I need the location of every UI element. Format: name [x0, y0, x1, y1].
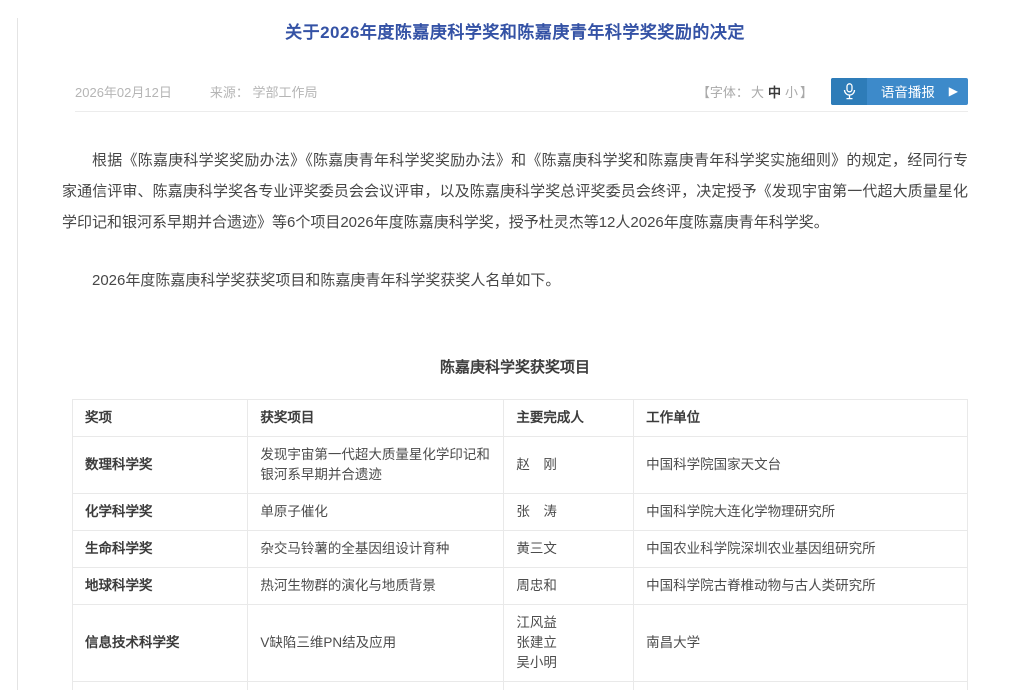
header-project: 获奖项目	[248, 400, 504, 437]
header-org: 工作单位	[634, 400, 968, 437]
award-table: 奖项 获奖项目 主要完成人 工作单位 数理科学奖发现宇宙第一代超大质量星化学印记…	[72, 399, 968, 690]
voice-broadcast-label: 语音播报	[867, 81, 949, 101]
source-label: 来源：	[210, 85, 249, 100]
org-cell: 中国科学院国家天文台	[634, 437, 968, 494]
table-row: 技术科学奖空天动力轻质耐热TiAl单晶原理、技术与应用陈 光祁志祥陈 旸南京理工…	[73, 682, 968, 690]
table-caption: 陈嘉庚科学奖获奖项目	[62, 356, 968, 377]
person-name: 张 涛	[516, 502, 621, 522]
org-cell: 中国农业科学院深圳农业基因组研究所	[634, 531, 968, 568]
person-name: 黄三文	[516, 539, 621, 559]
person-name: 赵 刚	[516, 455, 621, 475]
people-cell: 江风益张建立吴小明	[504, 605, 634, 682]
font-size-widget: 【字体：大中小】	[697, 82, 813, 101]
project-cell: 发现宇宙第一代超大质量星化学印记和银河系早期并合遗迹	[248, 437, 504, 494]
org-cell: 南京理工大学	[634, 682, 968, 690]
voice-broadcast-button[interactable]: 语音播报 ▶	[831, 78, 968, 105]
article-body: 根据《陈嘉庚科学奖奖励办法》《陈嘉庚青年科学奖奖励办法》和《陈嘉庚科学奖和陈嘉庚…	[62, 145, 968, 296]
table-row: 生命科学奖杂交马铃薯的全基因组设计育种黄三文中国农业科学院深圳农业基因组研究所	[73, 531, 968, 568]
people-cell: 黄三文	[504, 531, 634, 568]
award-cell: 化学科学奖	[73, 494, 248, 531]
person-name: 周忠和	[516, 576, 621, 596]
project-cell: 杂交马铃薯的全基因组设计育种	[248, 531, 504, 568]
source: 来源： 学部工作局	[210, 82, 318, 101]
font-size-suffix: 】	[800, 85, 813, 100]
award-cell: 信息技术科学奖	[73, 605, 248, 682]
page-title: 关于2026年度陈嘉庚科学奖和陈嘉庚青年科学奖奖励的决定	[62, 18, 968, 43]
people-cell: 赵 刚	[504, 437, 634, 494]
people-cell: 周忠和	[504, 568, 634, 605]
project-cell: 热河生物群的演化与地质背景	[248, 568, 504, 605]
people-cell: 陈 光祁志祥陈 旸	[504, 682, 634, 690]
org-cell: 中国科学院大连化学物理研究所	[634, 494, 968, 531]
table-row: 数理科学奖发现宇宙第一代超大质量星化学印记和银河系早期并合遗迹赵 刚中国科学院国…	[73, 437, 968, 494]
project-cell: 单原子催化	[248, 494, 504, 531]
award-table-body: 数理科学奖发现宇宙第一代超大质量星化学印记和银河系早期并合遗迹赵 刚中国科学院国…	[73, 437, 968, 690]
table-row: 信息技术科学奖V缺陷三维PN结及应用江风益张建立吴小明南昌大学	[73, 605, 968, 682]
paragraph: 2026年度陈嘉庚科学奖获奖项目和陈嘉庚青年科学奖获奖人名单如下。	[62, 265, 968, 296]
font-size-medium[interactable]: 中	[768, 85, 781, 100]
table-row: 化学科学奖单原子催化张 涛中国科学院大连化学物理研究所	[73, 494, 968, 531]
left-border-line	[17, 18, 18, 690]
person-name: 江风益	[516, 613, 621, 633]
paragraph: 根据《陈嘉庚科学奖奖励办法》《陈嘉庚青年科学奖奖励办法》和《陈嘉庚科学奖和陈嘉庚…	[62, 145, 968, 238]
org-cell: 中国科学院古脊椎动物与古人类研究所	[634, 568, 968, 605]
source-value: 学部工作局	[252, 85, 317, 100]
award-cell: 生命科学奖	[73, 531, 248, 568]
table-header-row: 奖项 获奖项目 主要完成人 工作单位	[73, 400, 968, 437]
header-divider	[75, 111, 968, 112]
project-cell: V缺陷三维PN结及应用	[248, 605, 504, 682]
project-cell: 空天动力轻质耐热TiAl单晶原理、技术与应用	[248, 682, 504, 690]
award-cell: 数理科学奖	[73, 437, 248, 494]
article-meta-bar: 2026年02月12日 来源： 学部工作局 【字体：大中小】 语音播报 ▶	[62, 77, 968, 105]
person-name: 吴小明	[516, 653, 621, 673]
people-cell: 张 涛	[504, 494, 634, 531]
publish-date: 2026年02月12日	[75, 82, 172, 101]
table-row: 地球科学奖热河生物群的演化与地质背景周忠和中国科学院古脊椎动物与古人类研究所	[73, 568, 968, 605]
microphone-icon	[831, 78, 867, 105]
font-size-large[interactable]: 大	[751, 85, 764, 100]
award-cell: 地球科学奖	[73, 568, 248, 605]
play-icon[interactable]: ▶	[949, 85, 958, 97]
font-size-prefix: 【字体：	[697, 85, 749, 100]
header-award: 奖项	[73, 400, 248, 437]
org-cell: 南昌大学	[634, 605, 968, 682]
header-people: 主要完成人	[504, 400, 634, 437]
person-name: 张建立	[516, 633, 621, 653]
article-page: 关于2026年度陈嘉庚科学奖和陈嘉庚青年科学奖奖励的决定 2026年02月12日…	[0, 18, 1024, 690]
award-cell: 技术科学奖	[73, 682, 248, 690]
font-size-small[interactable]: 小	[785, 85, 798, 100]
